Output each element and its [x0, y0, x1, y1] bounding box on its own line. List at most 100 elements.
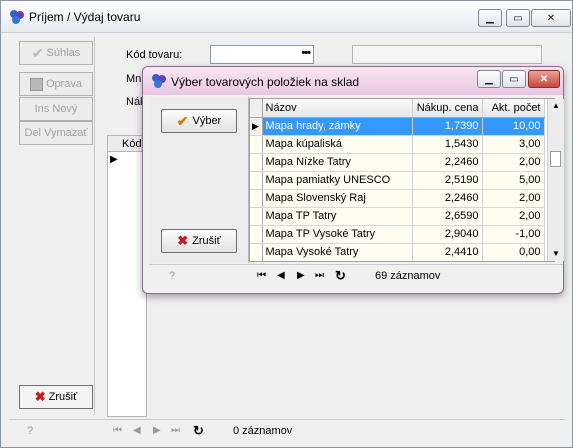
prev-record-icon[interactable]: ◀ [277, 270, 285, 281]
next-record-icon[interactable]: ▶ [153, 425, 161, 436]
minimize-icon: ▁ [485, 73, 493, 85]
row-indicator [250, 135, 263, 154]
dialog-status-bar: ? ⏮ ◀ ▶ ⏭ ↻ 69 záznamov [149, 264, 563, 286]
row-indicator [250, 207, 263, 226]
vyber-dialog: Výber tovarových položiek na sklad ▁ ▭ ✕… [142, 66, 564, 294]
cell-nazov[interactable]: Mapa TP Vysoké Tatry [262, 225, 413, 244]
edit-icon [29, 77, 43, 91]
cell-nazov[interactable]: Mapa kúpaliská [262, 135, 413, 154]
window-title: Príjem / Výdaj tovaru [29, 10, 141, 24]
scroll-thumb[interactable] [550, 151, 561, 167]
row-indicator: ▶ [250, 117, 263, 136]
cell-akt-pocet[interactable]: 0,00 [482, 243, 545, 261]
cell-akt-pocet[interactable]: 2,00 [482, 207, 545, 226]
dialog-zrusit-label: Zrušiť [192, 235, 221, 247]
first-record-icon[interactable]: ⏮ [257, 270, 266, 281]
row-indicator [250, 225, 263, 244]
dialog-close-button[interactable]: ✕ [528, 70, 560, 88]
table-row[interactable]: Mapa Nízke Tatry 2,2460 2,00 [250, 153, 545, 172]
prev-record-icon[interactable]: ◀ [133, 425, 141, 436]
help-icon[interactable]: ? [169, 270, 175, 282]
main-zrusit-button[interactable]: ✖ Zrušiť [19, 385, 93, 409]
last-record-icon[interactable]: ⏭ [171, 425, 180, 436]
cell-nazov[interactable]: Mapa Nízke Tatry [262, 153, 413, 172]
close-button[interactable]: ✕ [531, 9, 571, 27]
table-row[interactable]: Mapa Vysoké Tatry 2,4410 0,00 [250, 243, 545, 261]
cell-nakup-cena[interactable]: 1,7390 [412, 117, 483, 136]
scroll-up-icon[interactable]: ▲ [552, 101, 560, 110]
cell-nazov[interactable]: Mapa TP Tatry [262, 207, 413, 226]
next-record-icon[interactable]: ▶ [297, 270, 305, 281]
x-icon: ✖ [177, 233, 189, 248]
x-icon: ✖ [34, 389, 46, 404]
dialog-minimize-button[interactable]: ▁ [477, 70, 501, 88]
refresh-icon[interactable]: ↻ [335, 268, 346, 284]
cell-nakup-cena[interactable]: 2,2460 [412, 189, 483, 208]
cell-nakup-cena[interactable]: 2,9040 [412, 225, 483, 244]
row-indicator [250, 171, 263, 190]
maximize-button[interactable]: ▭ [506, 9, 530, 27]
cell-nakup-cena[interactable]: 2,6590 [412, 207, 483, 226]
last-record-icon[interactable]: ⏭ [315, 270, 324, 281]
oprava-button[interactable]: Oprava [19, 72, 93, 96]
items-table: Názov Nákup. cena Akt. počet ▶ Mapa hrady… [250, 99, 545, 261]
kod-tovaru-label: Kód tovaru: [126, 49, 183, 61]
table-row[interactable]: Mapa TP Tatry 2,6590 2,00 [250, 207, 545, 226]
help-icon[interactable]: ? [27, 425, 33, 437]
table-row[interactable]: ▶ Mapa hrady, zámky 1,7390 10,00 [250, 117, 545, 136]
column-header-nakup-cena[interactable]: Nákup. cena [412, 99, 483, 118]
refresh-icon[interactable]: ↻ [193, 423, 204, 439]
cell-akt-pocet[interactable]: 10,00 [482, 117, 545, 136]
column-header-akt-pocet[interactable]: Akt. počet [482, 99, 545, 118]
table-row[interactable]: Mapa Slovenský Raj 2,2460 2,00 [250, 189, 545, 208]
suhlas-button[interactable]: ✔ Súhlas [19, 41, 93, 65]
table-row[interactable]: Mapa kúpaliská 1,5430 3,00 [250, 135, 545, 154]
main-titlebar[interactable]: Príjem / Výdaj tovaru ▁ ▭ ✕ [1, 1, 572, 33]
main-grid[interactable]: Kód ▶ [107, 135, 147, 417]
cell-nazov[interactable]: Mapa pamiatky UNESCO [262, 171, 413, 190]
maximize-icon: ▭ [509, 73, 519, 85]
items-grid[interactable]: Názov Nákup. cena Akt. počet ▶ Mapa hrady… [249, 98, 555, 262]
first-record-icon[interactable]: ⏮ [113, 425, 122, 436]
del-vymazat-button[interactable]: Del Vymazať [19, 121, 93, 145]
cell-nakup-cena[interactable]: 1,5430 [412, 135, 483, 154]
vyber-button[interactable]: ✔ Výber [161, 109, 237, 133]
ellipsis-icon[interactable]: ••• [301, 47, 311, 59]
scroll-down-icon[interactable]: ▼ [552, 249, 560, 258]
row-pointer-icon: ▶ [110, 154, 118, 165]
table-row[interactable]: Mapa pamiatky UNESCO 2,5190 5,00 [250, 171, 545, 190]
cell-nakup-cena[interactable]: 2,4410 [412, 243, 483, 261]
cell-akt-pocet[interactable]: 5,00 [482, 171, 545, 190]
cell-nazov[interactable]: Mapa Slovenský Raj [262, 189, 413, 208]
minimize-button[interactable]: ▁ [478, 9, 502, 27]
cell-akt-pocet[interactable]: 3,00 [482, 135, 545, 154]
dialog-record-count: 69 záznamov [375, 270, 441, 282]
column-header-nazov[interactable]: Názov [262, 99, 413, 118]
dialog-titlebar[interactable]: Výber tovarových položiek na sklad ▁ ▭ ✕ [143, 67, 563, 95]
cell-akt-pocet[interactable]: 2,00 [482, 189, 545, 208]
dialog-maximize-button[interactable]: ▭ [502, 70, 526, 88]
row-pointer-icon: ▶ [252, 121, 259, 131]
kod-tovaru-input[interactable]: ••• [210, 45, 314, 64]
main-record-count: 0 záznamov [233, 425, 293, 437]
cell-nakup-cena[interactable]: 2,5190 [412, 171, 483, 190]
ins-novy-button[interactable]: Ins Nový [19, 97, 93, 121]
cell-akt-pocet[interactable]: 2,00 [482, 153, 545, 172]
row-indicator [250, 153, 263, 172]
cell-nazov[interactable]: Mapa Vysoké Tatry [262, 243, 413, 261]
row-indicator [250, 243, 263, 261]
minimize-icon: ▁ [486, 12, 494, 24]
cell-akt-pocet[interactable]: -1,00 [482, 225, 545, 244]
grid-scrollbar[interactable]: ▲ ▼ [547, 99, 564, 261]
oprava-label: Oprava [45, 78, 83, 90]
cell-nakup-cena[interactable]: 2,2460 [412, 153, 483, 172]
main-status-bar: ? ⏮ ◀ ▶ ⏭ ↻ 0 záznamov [9, 419, 565, 441]
table-row[interactable]: Mapa TP Vysoké Tatry 2,9040 -1,00 [250, 225, 545, 244]
vyber-label: Výber [192, 115, 222, 127]
checkmark-icon: ✔ [176, 112, 189, 129]
app-icon [152, 74, 166, 88]
cell-nazov[interactable]: Mapa hrady, zámky [262, 117, 413, 136]
main-grid-column-kod[interactable]: Kód [122, 138, 142, 150]
dialog-zrusit-button[interactable]: ✖ Zrušiť [161, 229, 237, 253]
maximize-icon: ▭ [513, 12, 523, 24]
